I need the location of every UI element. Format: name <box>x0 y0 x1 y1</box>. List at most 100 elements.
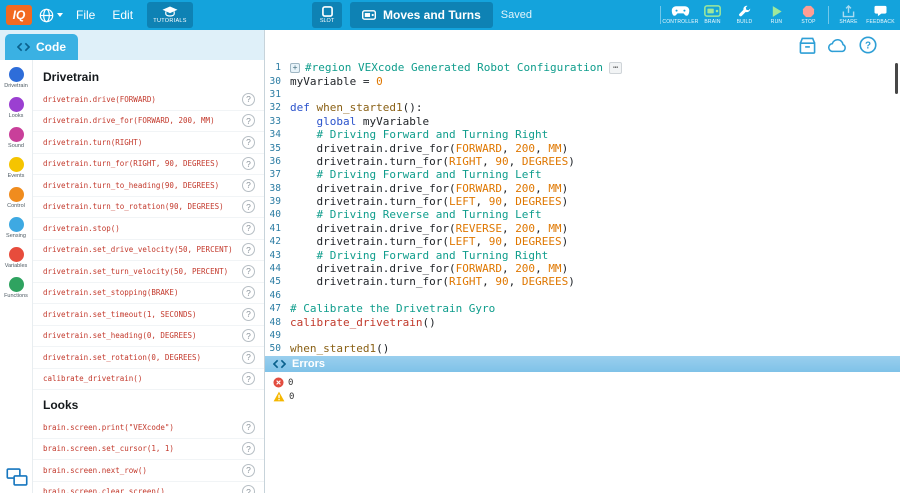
toolbox-category-functions[interactable]: Functions <box>0 277 32 307</box>
command-item[interactable]: drivetrain.set_heading(0, DEGREES)? <box>33 326 264 348</box>
command-item[interactable]: drivetrain.stop()? <box>33 218 264 240</box>
command-item[interactable]: drivetrain.drive(FORWARD)? <box>33 89 264 111</box>
code-line[interactable]: 47# Calibrate the Drivetrain Gyro <box>265 302 900 315</box>
code-line[interactable]: 43 # Driving Forward and Turning Right <box>265 248 900 261</box>
line-number: 33 <box>265 116 290 127</box>
menu-edit[interactable]: Edit <box>106 4 139 26</box>
command-item[interactable]: drivetrain.turn(RIGHT)? <box>33 132 264 154</box>
feedback-button[interactable]: FEEDBACK <box>865 1 896 29</box>
command-help-button[interactable]: ? <box>242 308 255 321</box>
command-help-button[interactable]: ? <box>242 265 255 278</box>
code-area[interactable]: 1+#region VEXcode Generated Robot Config… <box>265 60 900 356</box>
command-item[interactable]: drivetrain.turn_to_rotation(90, DEGREES)… <box>33 197 264 219</box>
command-item[interactable]: drivetrain.set_turn_velocity(50, PERCENT… <box>33 261 264 283</box>
help-button[interactable]: ? <box>858 35 878 55</box>
slot-button[interactable]: SLOT <box>312 2 342 28</box>
command-item[interactable]: drivetrain.set_timeout(1, SECONDS)? <box>33 304 264 326</box>
toolbox-category-sound[interactable]: Sound <box>0 127 32 157</box>
command-item[interactable]: brain.screen.set_cursor(1, 1)? <box>33 439 264 461</box>
code-line[interactable]: 36 drivetrain.turn_for(RIGHT, 90, DEGREE… <box>265 155 900 168</box>
code-line[interactable]: 38 drivetrain.drive_for(FORWARD, 200, MM… <box>265 182 900 195</box>
command-item[interactable]: brain.screen.print("VEXcode")? <box>33 417 264 439</box>
code-token: drivetrain.drive_for( <box>290 142 456 155</box>
command-item[interactable]: brain.screen.next_row()? <box>33 460 264 482</box>
command-help-button[interactable]: ? <box>242 442 255 455</box>
vex-iq-logo: IQ <box>6 5 32 25</box>
code-line[interactable]: 37 # Driving Forward and Turning Left <box>265 168 900 181</box>
command-help-button[interactable]: ? <box>242 114 255 127</box>
menu-file[interactable]: File <box>70 4 101 26</box>
vexcode-window: IQ File Edit TUTORIALS SLOT Moves and Tu… <box>0 0 900 493</box>
command-item[interactable]: drivetrain.set_stopping(BRAKE)? <box>33 283 264 305</box>
toolbox-category-drivetrain[interactable]: Drivetrain <box>0 67 32 97</box>
code-line[interactable]: 35 drivetrain.drive_for(FORWARD, 200, MM… <box>265 141 900 154</box>
command-item[interactable]: drivetrain.drive_for(FORWARD, 200, MM)? <box>33 111 264 133</box>
command-item[interactable]: brain.screen.clear_screen()? <box>33 482 264 493</box>
command-help-button[interactable]: ? <box>242 329 255 342</box>
code-line[interactable]: 44 drivetrain.drive_for(FORWARD, 200, MM… <box>265 262 900 275</box>
code-line[interactable]: 45 drivetrain.turn_for(RIGHT, 90, DEGREE… <box>265 275 900 288</box>
command-item[interactable]: drivetrain.turn_to_heading(90, DEGREES)? <box>33 175 264 197</box>
command-item[interactable]: calibrate_drivetrain()? <box>33 369 264 391</box>
command-help-button[interactable]: ? <box>242 351 255 364</box>
tab-code[interactable]: Code <box>5 34 78 60</box>
download-to-brain-button[interactable] <box>797 36 818 55</box>
command-help-button[interactable]: ? <box>242 464 255 477</box>
code-line[interactable]: 31 <box>265 88 900 101</box>
code-line[interactable]: 32def when_started1(): <box>265 101 900 114</box>
command-help-button[interactable]: ? <box>242 286 255 299</box>
command-help-button[interactable]: ? <box>242 421 255 434</box>
brain-button[interactable]: BRAIN <box>697 1 728 29</box>
command-help-button[interactable]: ? <box>242 93 255 106</box>
code-line[interactable]: 40 # Driving Reverse and Turning Left <box>265 208 900 221</box>
toggle-panels-button[interactable] <box>6 468 28 489</box>
toolbox-category-events[interactable]: Events <box>0 157 32 187</box>
command-item[interactable]: drivetrain.set_drive_velocity(50, PERCEN… <box>33 240 264 262</box>
code-line[interactable]: 30myVariable = 0 <box>265 74 900 87</box>
code-text: # Calibrate the Drivetrain Gyro <box>290 302 495 315</box>
command-help-button[interactable]: ? <box>242 200 255 213</box>
cloud-sync-button[interactable] <box>827 37 849 54</box>
code-token: , <box>509 275 522 288</box>
line-number: 38 <box>265 183 290 194</box>
command-help-button[interactable]: ? <box>242 157 255 170</box>
line-number: 40 <box>265 209 290 220</box>
code-line[interactable]: 50when_started1() <box>265 342 900 355</box>
command-help-button[interactable]: ? <box>242 243 255 256</box>
folded-region-ellipsis[interactable]: ⋯ <box>609 62 622 74</box>
errors-panel: Errors 0 0 <box>265 356 900 493</box>
controller-button[interactable]: CONTROLLER <box>665 1 696 29</box>
code-line[interactable]: 46 <box>265 289 900 302</box>
command-help-button[interactable]: ? <box>242 179 255 192</box>
command-help-button[interactable]: ? <box>242 372 255 385</box>
toolbox-category-control[interactable]: Control <box>0 187 32 217</box>
code-line[interactable]: 42 drivetrain.turn_for(LEFT, 90, DEGREES… <box>265 235 900 248</box>
errors-header[interactable]: Errors <box>265 356 900 372</box>
editor-scrollbar[interactable] <box>895 63 898 94</box>
code-line[interactable]: 48calibrate_drivetrain() <box>265 315 900 328</box>
build-button[interactable]: BUILD <box>729 1 760 29</box>
share-button[interactable]: SHARE <box>833 1 864 29</box>
command-help-button[interactable]: ? <box>242 485 255 493</box>
code-line[interactable]: 49 <box>265 329 900 342</box>
code-line[interactable]: 1+#region VEXcode Generated Robot Config… <box>265 61 900 74</box>
code-line[interactable]: 33 global myVariable <box>265 115 900 128</box>
code-line[interactable]: 39 drivetrain.turn_for(LEFT, 90, DEGREES… <box>265 195 900 208</box>
code-text: drivetrain.turn_for(LEFT, 90, DEGREES) <box>290 195 568 208</box>
code-line[interactable]: 41 drivetrain.drive_for(REVERSE, 200, MM… <box>265 222 900 235</box>
command-help-button[interactable]: ? <box>242 222 255 235</box>
toolbox-category-variables[interactable]: Variables <box>0 247 32 277</box>
project-name-button[interactable]: Moves and Turns <box>350 2 493 28</box>
tutorials-button[interactable]: TUTORIALS <box>147 2 193 28</box>
run-button[interactable]: RUN <box>761 1 792 29</box>
command-item[interactable]: drivetrain.turn_for(RIGHT, 90, DEGREES)? <box>33 154 264 176</box>
fold-toggle-icon[interactable]: + <box>290 63 300 73</box>
toolbox-category-looks[interactable]: Looks <box>0 97 32 127</box>
stop-button[interactable]: STOP <box>793 1 824 29</box>
command-help-button[interactable]: ? <box>242 136 255 149</box>
toolbox-category-sensing[interactable]: Sensing <box>0 217 32 247</box>
command-item[interactable]: drivetrain.set_rotation(0, DEGREES)? <box>33 347 264 369</box>
code-line[interactable]: 34 # Driving Forward and Turning Right <box>265 128 900 141</box>
code-token: myVariable <box>356 115 429 128</box>
language-menu-button[interactable] <box>37 6 65 25</box>
